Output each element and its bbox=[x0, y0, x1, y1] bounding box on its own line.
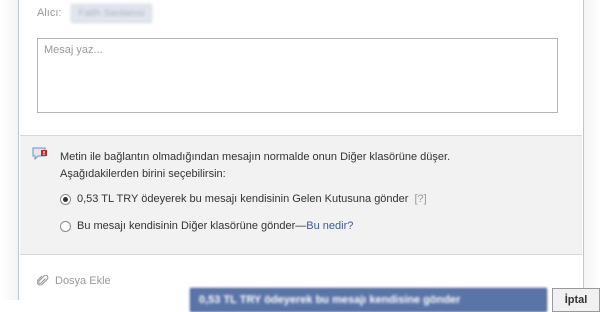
cancel-button[interactable]: İptal bbox=[552, 288, 600, 312]
attach-file-label: Dosya Ekle bbox=[55, 275, 111, 287]
option-other-label: Bu mesajı kendisinin Diğer klasörüne gön… bbox=[77, 220, 307, 232]
delivery-options-panel: Metin ile bağlantın olmadığından mesajın… bbox=[20, 135, 582, 255]
option-paid-inbox[interactable]: 0,53 TL TRY ödeyerek bu mesajı kendisini… bbox=[60, 193, 427, 205]
option-paid-help[interactable]: [?] bbox=[414, 193, 426, 205]
option-other-folder[interactable]: Bu mesajı kendisinin Diğer klasörüne gön… bbox=[60, 220, 353, 232]
to-label: Alıcı: bbox=[37, 7, 62, 19]
option-other-radio[interactable] bbox=[60, 220, 71, 232]
delivery-notice: Metin ile bağlantın olmadığından mesajın… bbox=[60, 149, 450, 183]
attach-file-button[interactable]: Dosya Ekle bbox=[37, 275, 111, 287]
recipient-token[interactable]: Fatih Sanlamsi bbox=[71, 3, 152, 23]
right-backdrop bbox=[584, 0, 600, 300]
option-paid-radio[interactable] bbox=[60, 193, 71, 205]
message-input[interactable] bbox=[37, 38, 558, 113]
message-dialog: Alıcı: Fatih Sanlamsi Metin ile bağlantı… bbox=[18, 0, 600, 312]
notice-line-1: Metin ile bağlantın olmadığından mesajın… bbox=[60, 151, 451, 163]
speech-bubble-warning-icon bbox=[32, 147, 48, 161]
option-paid-label: 0,53 TL TRY ödeyerek bu mesajı kendisini… bbox=[77, 193, 409, 205]
recipient-row: Alıcı: Fatih Sanlamsi bbox=[37, 3, 152, 23]
paperclip-icon bbox=[37, 275, 49, 286]
what-is-this-link[interactable]: Bu nedir? bbox=[306, 220, 353, 232]
left-backdrop bbox=[0, 0, 18, 300]
send-button[interactable]: 0,53 TL TRY ödeyerek bu mesajı kendisine… bbox=[190, 288, 547, 312]
notice-line-2: Aşağıdakilerden birini seçebilirsin: bbox=[60, 168, 226, 180]
